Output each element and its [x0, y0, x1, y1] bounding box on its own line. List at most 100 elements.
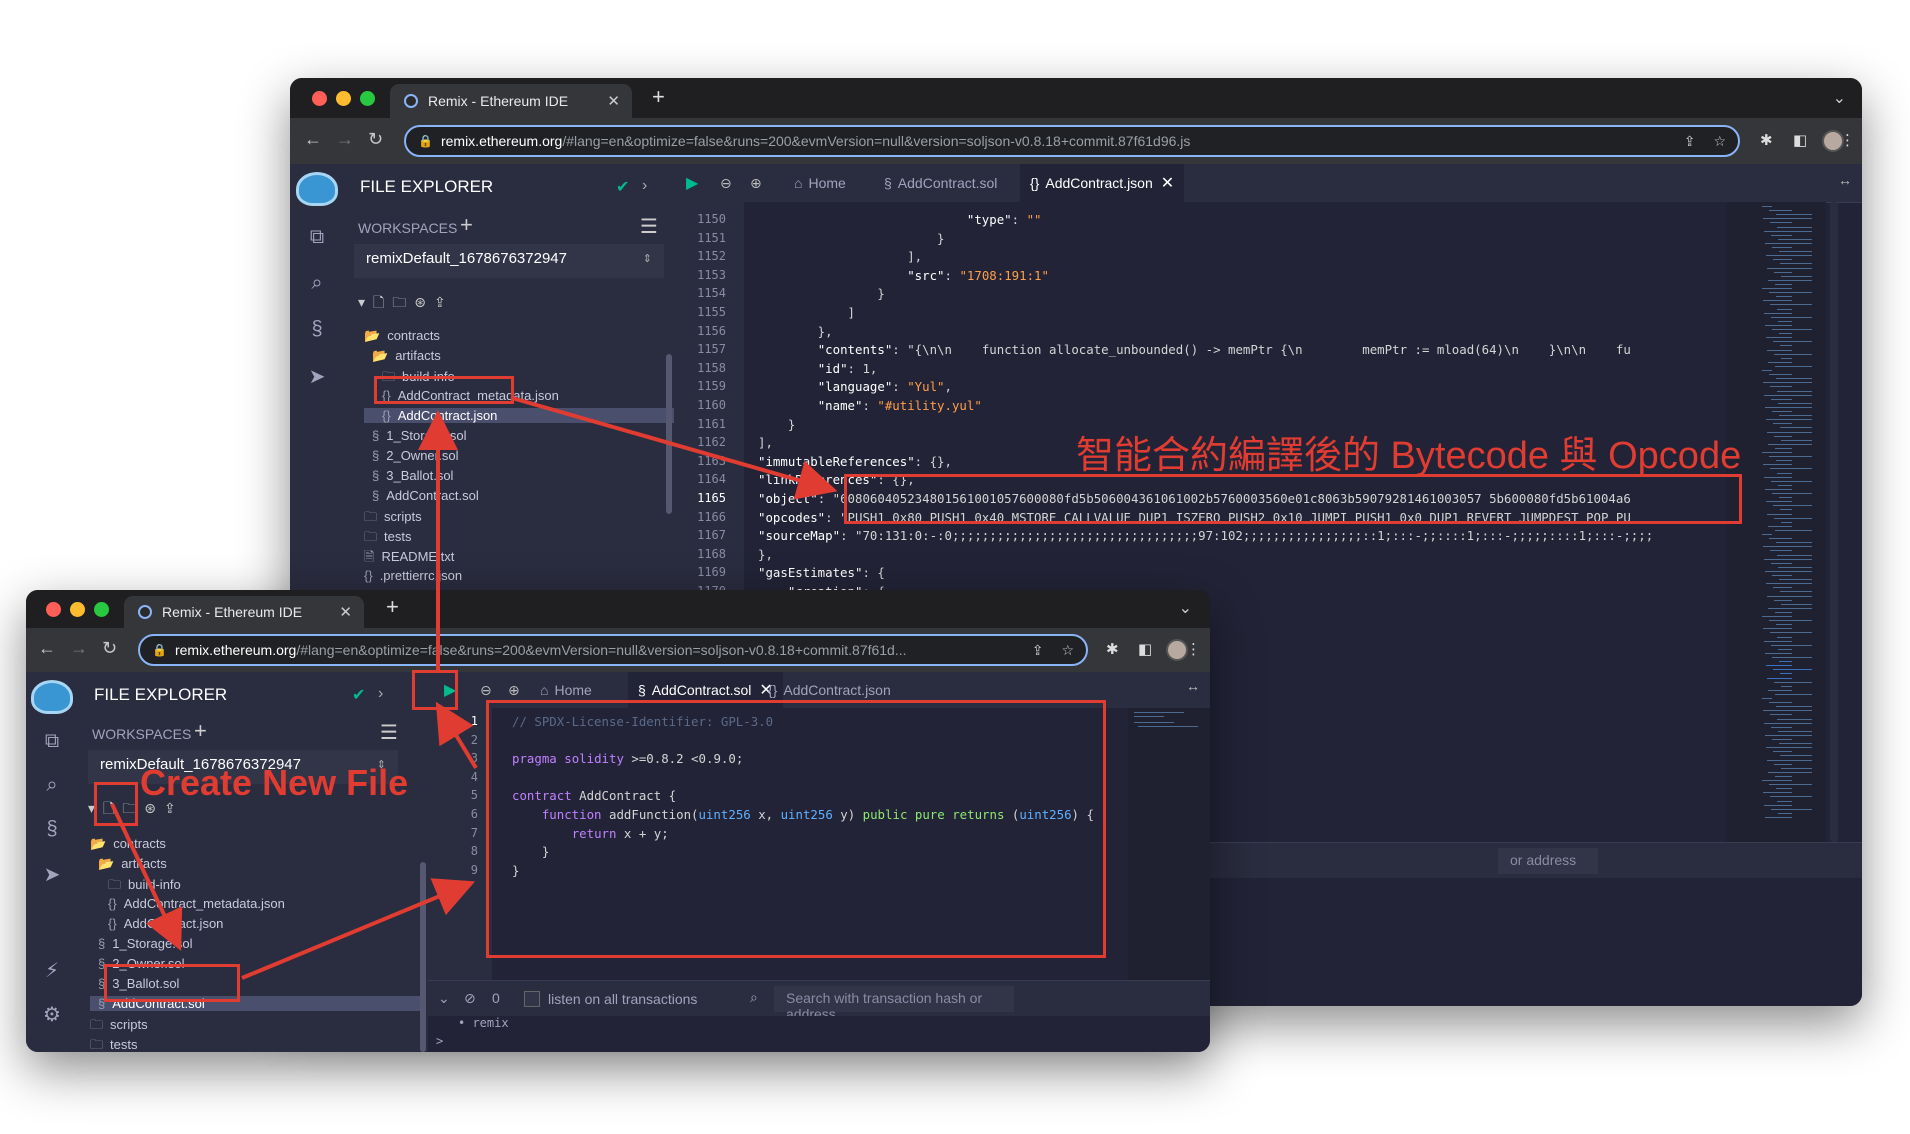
tree-item[interactable]: {} AddContract.json [364, 408, 674, 423]
tree-item[interactable]: 🗀 scripts [364, 508, 422, 530]
search-icon[interactable]: ⌕ [290, 272, 344, 295]
browser-menu-icon[interactable]: ⋮ [1840, 131, 1855, 149]
editor-tab[interactable]: ⌂ Home [784, 164, 856, 202]
deploy-run-icon[interactable]: ➤ [290, 364, 344, 389]
workspace-select[interactable]: remixDefault_1678676372947 ⇕ [354, 244, 664, 278]
tree-item[interactable]: § 1_Storage.sol [372, 428, 466, 443]
panel-collapse-icon[interactable]: › [378, 685, 383, 703]
sidepanel-icon[interactable]: ◧ [1793, 131, 1807, 149]
search-tx-input-back[interactable]: or address [1498, 848, 1598, 874]
workspace-menu-icon[interactable]: ☰ [380, 720, 398, 745]
bookmark-star-icon[interactable]: ☆ [1713, 133, 1726, 150]
share-icon[interactable]: ⇪ [1032, 642, 1044, 659]
expand-editor-icon[interactable]: ↔ [1186, 678, 1200, 694]
browser-menu-icon[interactable]: ⋮ [1186, 640, 1201, 658]
browser-tab[interactable]: Remix - Ethereum IDE ✕ [124, 596, 364, 628]
add-workspace-icon[interactable]: + [194, 718, 207, 744]
editor-tab[interactable]: {} AddContract.json ✕ [1020, 164, 1185, 202]
minimize-window-icon[interactable] [70, 601, 85, 617]
search-tx-input[interactable]: Search with transaction hash or address [774, 986, 1014, 1022]
add-workspace-icon[interactable]: + [460, 212, 473, 238]
expand-editor-icon[interactable]: ↔ [1838, 172, 1852, 188]
new-tab-icon[interactable]: + [386, 594, 399, 620]
remix-logo-icon[interactable] [296, 172, 338, 206]
file-explorer-icon[interactable]: ⧉ [290, 226, 344, 249]
reload-icon[interactable]: ↻ [102, 638, 117, 659]
new-tab-icon[interactable]: + [652, 84, 665, 110]
close-window-icon[interactable] [312, 90, 327, 106]
reload-icon[interactable]: ↻ [368, 129, 383, 150]
share-icon[interactable]: ⇪ [1684, 133, 1696, 150]
tree-item[interactable]: {} AddContract_metadata.json [108, 896, 285, 911]
tree-item[interactable]: 🗀 build-info [108, 876, 181, 898]
tree-item[interactable]: § 3_Ballot.sol [372, 468, 453, 483]
close-window-icon[interactable] [46, 601, 61, 617]
close-tab-icon[interactable]: ✕ [607, 92, 620, 110]
tab-search-chevron-icon[interactable]: ⌄ [1833, 88, 1846, 108]
tree-item[interactable]: {} AddContract.json [108, 916, 223, 931]
clear-console-icon[interactable]: ⊘ [464, 990, 476, 1007]
terminal[interactable]: • remix > [428, 1016, 1210, 1052]
minimap[interactable] [1128, 708, 1210, 980]
tree-item[interactable]: § 2_Owner.sol [372, 448, 459, 463]
maximize-window-icon[interactable] [360, 90, 375, 106]
tree-item[interactable]: 📂 artifacts [98, 856, 167, 872]
editor-scrollbar[interactable] [1830, 202, 1838, 842]
back-arrow-icon[interactable]: ← [304, 129, 322, 150]
profile-avatar[interactable] [1166, 639, 1188, 661]
tree-item[interactable]: {} .prettierrc.json [364, 568, 462, 583]
browser-tab[interactable]: Remix - Ethereum IDE ✕ [390, 84, 632, 118]
workspace-menu-icon[interactable]: ☰ [640, 214, 658, 239]
tree-item[interactable]: 📂 contracts [90, 836, 166, 852]
forward-arrow-icon[interactable]: → [336, 129, 354, 150]
tab-search-chevron-icon[interactable]: ⌄ [1179, 598, 1192, 618]
collapse-terminal-icon[interactable]: ⌄ [438, 990, 450, 1007]
bookmark-star-icon[interactable]: ☆ [1061, 642, 1074, 659]
zoom-out-icon[interactable]: ⊖ [720, 175, 732, 192]
sidepanel-icon[interactable]: ◧ [1138, 640, 1152, 658]
listen-checkbox[interactable] [524, 991, 540, 1007]
line-number: 1163 [697, 453, 726, 468]
tree-scrollbar[interactable] [420, 862, 426, 1052]
deploy-run-icon[interactable]: ➤ [26, 862, 78, 887]
search-icon[interactable]: ⌕ [26, 774, 78, 797]
settings-gear-icon[interactable]: ⚙ [26, 1002, 78, 1027]
tree-item[interactable]: 📂 artifacts [372, 348, 441, 364]
github-icon[interactable]: ⊛ [414, 294, 434, 310]
extensions-puzzle-icon[interactable]: ✱ [1760, 131, 1773, 149]
panel-collapse-icon[interactable]: › [642, 177, 647, 195]
minimize-window-icon[interactable] [336, 90, 351, 106]
tree-item[interactable]: 🗎 README.txt [364, 548, 454, 570]
zoom-out-icon[interactable]: ⊖ [480, 682, 492, 699]
remix-logo-icon[interactable] [31, 680, 73, 714]
zoom-in-icon[interactable]: ⊕ [508, 682, 520, 699]
editor-tab-label: Home [554, 682, 592, 698]
tree-scrollbar[interactable] [666, 354, 672, 514]
upload-icon[interactable]: ⇪ [434, 294, 454, 310]
solidity-compiler-icon[interactable]: § [26, 818, 78, 841]
tree-item[interactable]: 🗀 tests [90, 1036, 137, 1052]
file-explorer-icon[interactable]: ⧉ [26, 730, 78, 753]
tree-item[interactable]: 🗀 scripts [90, 1016, 148, 1038]
close-tab-icon[interactable]: ✕ [1161, 173, 1174, 193]
highlight-addcontract-sol [104, 964, 240, 1002]
maximize-window-icon[interactable] [94, 601, 109, 617]
tree-item[interactable]: § 1_Storage.sol [98, 936, 192, 951]
tree-item[interactable]: 📂 contracts [364, 328, 440, 344]
url-bar[interactable]: 🔒 remix.ethereum.org/#lang=en&optimize=f… [404, 125, 1740, 157]
forward-arrow-icon[interactable]: → [70, 638, 88, 659]
editor-tab[interactable]: § AddContract.sol [874, 164, 1007, 202]
caret-down-icon[interactable]: ▾ [358, 294, 373, 310]
url-bar[interactable]: 🔒 remix.ethereum.org/#lang=en&optimize=f… [138, 634, 1088, 666]
new-file-icon[interactable]: 🗋 [373, 294, 392, 310]
zoom-in-icon[interactable]: ⊕ [750, 175, 762, 192]
solidity-compiler-icon[interactable]: § [290, 318, 344, 341]
plugin-manager-icon[interactable]: ⚡ [26, 958, 78, 983]
run-script-icon[interactable]: ▶ [686, 173, 698, 193]
extensions-puzzle-icon[interactable]: ✱ [1106, 640, 1119, 658]
new-folder-icon[interactable]: 🗀 [392, 294, 414, 310]
back-arrow-icon[interactable]: ← [38, 638, 56, 659]
tree-item[interactable]: 🗀 tests [364, 528, 411, 550]
close-tab-icon[interactable]: ✕ [339, 603, 352, 621]
tree-item[interactable]: § AddContract.sol [372, 488, 479, 503]
